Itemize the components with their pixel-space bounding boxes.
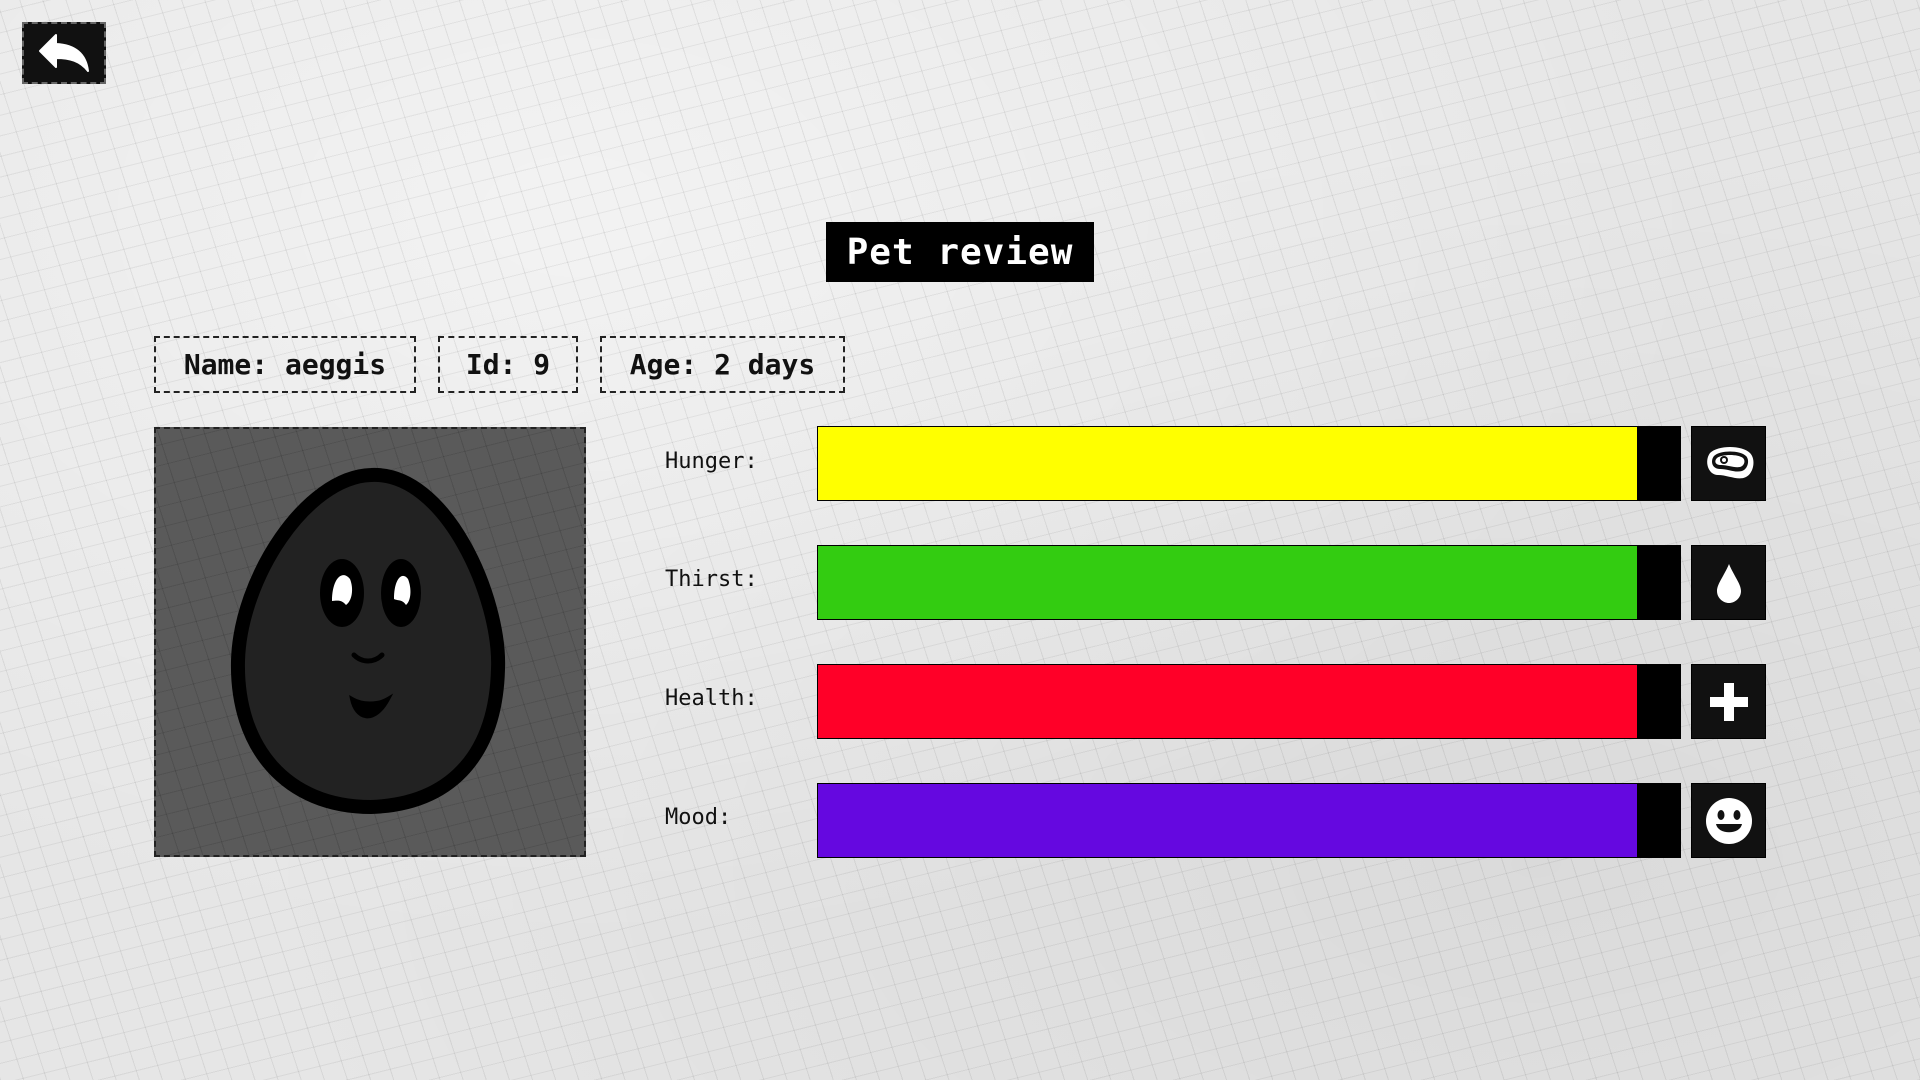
back-arrow-icon bbox=[39, 34, 89, 72]
mood-label: Mood: bbox=[665, 805, 732, 830]
thirst-label: Thirst: bbox=[665, 567, 758, 592]
pet-name-box: Name: aeggis bbox=[154, 336, 416, 393]
mood-bar-fill bbox=[818, 784, 1637, 857]
pet-age-box: Age: 2 days bbox=[600, 336, 845, 393]
page-title: Pet review bbox=[826, 222, 1094, 282]
back-button[interactable] bbox=[22, 22, 106, 84]
water-drop-icon bbox=[1716, 563, 1741, 603]
health-bar-fill bbox=[818, 665, 1637, 738]
hunger-bar-fill bbox=[818, 427, 1637, 500]
health-label: Health: bbox=[665, 686, 758, 711]
play-button[interactable] bbox=[1691, 783, 1766, 858]
heal-button[interactable] bbox=[1691, 664, 1766, 739]
feed-button[interactable] bbox=[1691, 426, 1766, 501]
mood-bar bbox=[817, 783, 1681, 858]
pet-egg-image bbox=[230, 467, 506, 814]
thirst-bar-fill bbox=[818, 546, 1637, 619]
pet-id-box: Id: 9 bbox=[438, 336, 578, 393]
drink-button[interactable] bbox=[1691, 545, 1766, 620]
smiley-icon bbox=[1705, 797, 1752, 844]
meat-icon bbox=[1706, 446, 1753, 478]
hunger-label: Hunger: bbox=[665, 449, 758, 474]
plus-icon bbox=[1709, 682, 1748, 721]
hunger-bar bbox=[817, 426, 1681, 501]
health-bar bbox=[817, 664, 1681, 739]
thirst-bar bbox=[817, 545, 1681, 620]
pet-portrait bbox=[154, 427, 586, 857]
